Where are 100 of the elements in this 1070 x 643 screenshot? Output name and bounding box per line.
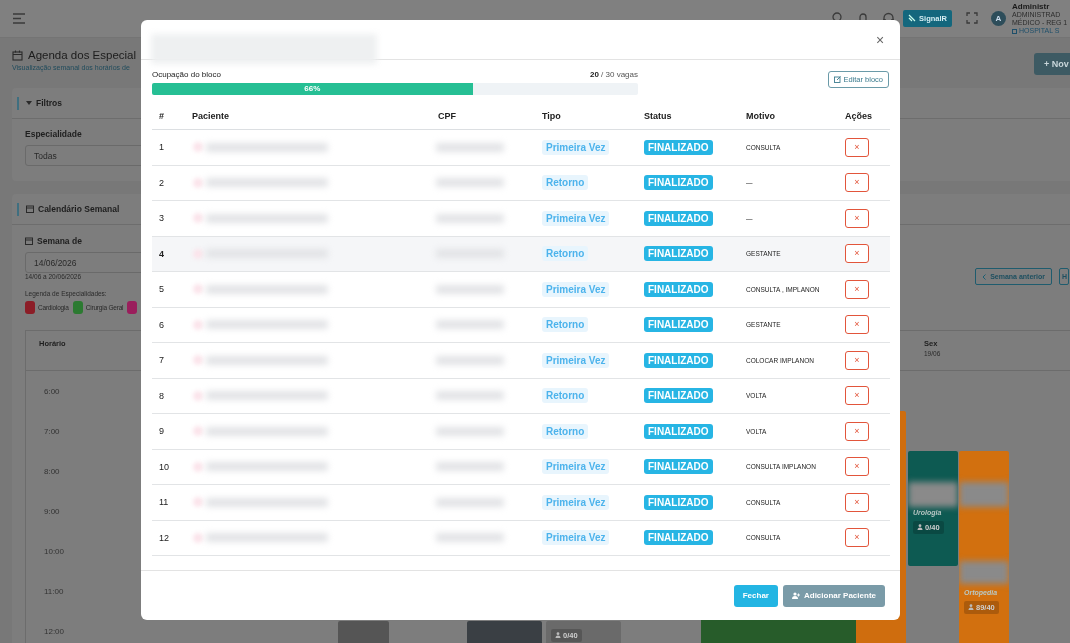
time-label: 10:00: [44, 546, 65, 556]
redacted-text: [193, 461, 203, 472]
remove-button[interactable]: ×: [845, 173, 869, 193]
table-cell-text: 3: [158, 213, 165, 224]
status-badge: FINALIZADO: [644, 388, 713, 404]
type-tag: Primeira Vez: [542, 281, 610, 297]
column-header: Status: [643, 111, 673, 121]
type-tag: Primeira Vez: [542, 139, 610, 155]
status-badge: FINALIZADO: [644, 459, 713, 475]
calendar-icon[interactable]: [25, 237, 33, 245]
status-badge: FINALIZADO: [644, 281, 713, 297]
add-patient-button[interactable]: Adicionar Paciente: [782, 584, 885, 607]
redacted-text: [193, 390, 203, 401]
table-cell-text: 2: [158, 177, 165, 188]
card-title: Calendário Semanal: [38, 204, 120, 214]
redacted-text: [193, 497, 203, 508]
page-title: Agenda dos Especial: [28, 49, 137, 61]
type-tag: Primeira Vez: [542, 459, 610, 475]
person-icon[interactable]: [968, 604, 974, 610]
redacted-text: [193, 213, 203, 224]
occupancy-count: 20 / 30 vagas: [589, 70, 638, 81]
redacted-text: [959, 482, 1009, 507]
caret-icon[interactable]: [26, 100, 32, 106]
status-badge: FINALIZADO: [644, 139, 713, 155]
redacted-text: [193, 284, 203, 295]
time-label: 6:00: [44, 386, 60, 396]
calendar-icon[interactable]: [26, 205, 34, 213]
close-button[interactable]: Fechar: [733, 584, 778, 607]
edit-icon[interactable]: [834, 76, 842, 83]
remove-button[interactable]: ×: [845, 457, 869, 477]
user-name: Administr: [1012, 1, 1051, 11]
new-button[interactable]: + Nov: [1034, 53, 1070, 75]
remove-button[interactable]: ×: [845, 421, 869, 441]
field-label: Semana de: [37, 236, 82, 246]
accent-bar: [17, 96, 19, 110]
redacted-text: [193, 319, 203, 330]
time-label: 7:00: [44, 426, 60, 436]
status-badge: FINALIZADO: [644, 246, 713, 262]
table-cell-text: 5: [158, 284, 165, 295]
remove-button[interactable]: ×: [845, 137, 869, 157]
status-badge: FINALIZADO: [644, 175, 713, 191]
remove-button[interactable]: ×: [845, 208, 869, 228]
person-icon[interactable]: [555, 632, 561, 638]
type-tag: Primeira Vez: [542, 210, 610, 226]
user-avatar[interactable]: A: [991, 11, 1006, 26]
card-title: Filtros: [36, 98, 62, 108]
remove-button[interactable]: ×: [845, 279, 869, 299]
column-header: Tipo: [541, 111, 562, 121]
type-tag: Primeira Vez: [542, 530, 610, 546]
column-header: Paciente: [191, 111, 231, 121]
type-tag: Retorno: [542, 317, 589, 333]
table-cell-text: 11: [158, 497, 170, 508]
table-cell-text: 1: [158, 142, 165, 153]
table-cell-text: 6: [158, 319, 165, 330]
remove-button[interactable]: ×: [845, 315, 869, 335]
column-header: CPF: [437, 111, 457, 121]
progress-fill: 66%: [152, 83, 473, 95]
calendar-icon[interactable]: [12, 49, 23, 61]
redacted-text: [908, 482, 958, 507]
building-icon[interactable]: [1012, 28, 1017, 34]
column-header: Motivo: [745, 111, 776, 121]
type-tag: Retorno: [542, 246, 589, 262]
status-badge: FINALIZADO: [644, 494, 713, 510]
type-tag: Retorno: [542, 388, 589, 404]
remove-button[interactable]: ×: [845, 386, 869, 406]
redacted-text: [193, 177, 203, 188]
redacted-text: [193, 426, 203, 437]
remove-button[interactable]: ×: [845, 528, 869, 548]
table-cell-text: 12: [158, 532, 170, 543]
table-cell-text: 8: [158, 390, 165, 401]
user-plus-icon[interactable]: [791, 592, 800, 599]
type-tag: Primeira Vez: [542, 352, 610, 368]
status-badge: FINALIZADO: [644, 317, 713, 333]
status-badge: FINALIZADO: [644, 210, 713, 226]
redacted-text: [193, 355, 203, 366]
table-cell-text: 7: [158, 355, 165, 366]
menu-icon[interactable]: [12, 13, 26, 24]
table-cell-text: 9: [158, 426, 165, 437]
redacted-text: [959, 561, 1009, 584]
time-label: 9:00: [44, 506, 60, 516]
close-button[interactable]: ×: [873, 33, 887, 47]
column-header: #: [158, 111, 165, 121]
person-icon[interactable]: [917, 524, 923, 530]
type-tag: Retorno: [542, 175, 589, 191]
remove-button[interactable]: ×: [845, 350, 869, 370]
redacted-text: [193, 532, 203, 543]
accent-bar: [17, 202, 19, 216]
status-badge: FINALIZADO: [644, 530, 713, 546]
occupancy-label: Ocupação do bloco: [152, 70, 221, 81]
status-badge: FINALIZADO: [644, 423, 713, 439]
column-header: Ações: [844, 111, 873, 121]
time-label: 11:00: [44, 586, 64, 596]
remove-button[interactable]: ×: [845, 244, 869, 264]
field-label: Especialidade: [25, 129, 83, 139]
fullscreen-icon[interactable]: [966, 12, 978, 25]
type-tag: Primeira Vez: [542, 494, 610, 510]
status-badge: FINALIZADO: [644, 352, 713, 368]
remove-button[interactable]: ×: [845, 492, 869, 512]
table-cell-text: 4: [158, 248, 165, 259]
antenna-icon[interactable]: [908, 14, 917, 23]
